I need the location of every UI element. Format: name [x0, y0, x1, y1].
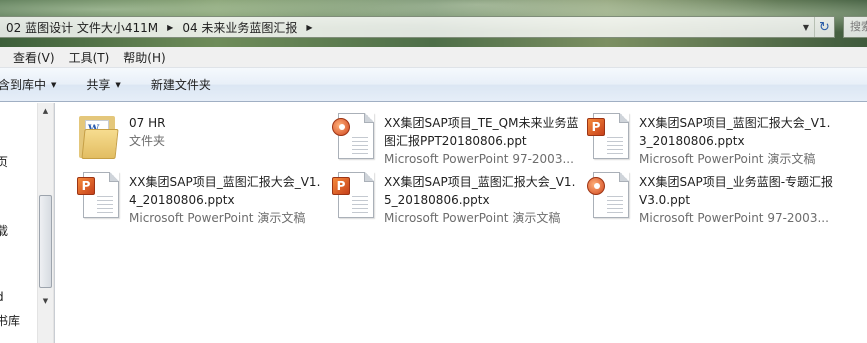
- scroll-up-arrow-icon[interactable]: ▲: [38, 103, 53, 119]
- file-name: XX集团SAP项目_蓝图汇报大会_V1.5_20180806.pptx: [384, 175, 576, 207]
- folder-icon: [75, 111, 125, 161]
- file-name: XX集团SAP项目_业务蓝图-专题汇报V3.0.ppt: [639, 175, 834, 207]
- file-item[interactable]: P XX集团SAP项目_蓝图汇报大会_V1.5_20180806.pptx Mi…: [330, 170, 580, 225]
- include-in-library-button[interactable]: 包含到库中 ▼: [0, 76, 56, 93]
- breadcrumb[interactable]: 02 蓝图设计 文件大小411M ▶ 04 未来业务蓝图汇报 ▶ ▼ ↻: [0, 16, 835, 38]
- chevron-right-icon[interactable]: ▶: [162, 23, 178, 32]
- file-item[interactable]: P XX集团SAP项目_蓝图汇报大会_V1.3_20180806.pptx Mi…: [585, 111, 835, 166]
- nav-item-label[interactable]: 书库: [0, 312, 20, 329]
- ppt-icon: [585, 170, 635, 220]
- nav-item-label[interactable]: 载: [0, 222, 8, 239]
- file-name: 07 HR: [129, 116, 166, 130]
- nav-scrollbar[interactable]: ▲ ▼: [37, 103, 54, 343]
- file-item[interactable]: P XX集团SAP项目_蓝图汇报大会_V1.4_20180806.pptx Mi…: [75, 170, 325, 225]
- file-item[interactable]: XX集团SAP项目_业务蓝图-专题汇报V3.0.ppt Microsoft Po…: [585, 170, 835, 225]
- file-item[interactable]: XX集团SAP项目_TE_QM未来业务蓝图汇报PPT20180806.ppt M…: [330, 111, 580, 166]
- address-bar-area: 02 蓝图设计 文件大小411M ▶ 04 未来业务蓝图汇报 ▶ ▼ ↻ 搜索: [0, 0, 867, 47]
- file-type: Microsoft PowerPoint 演示文稿: [639, 152, 816, 166]
- file-type: Microsoft PowerPoint 演示文稿: [129, 211, 306, 225]
- new-folder-label: 新建文件夹: [150, 78, 211, 92]
- chevron-down-icon: ▼: [51, 80, 57, 89]
- scroll-down-arrow-icon[interactable]: ▼: [38, 293, 53, 309]
- pptx-icon: P: [330, 170, 380, 220]
- file-type: Microsoft PowerPoint 97-2003...: [639, 211, 829, 225]
- file-name: XX集团SAP项目_蓝图汇报大会_V1.3_20180806.pptx: [639, 116, 831, 148]
- command-bar: 包含到库中 ▼ 共享 ▼ 新建文件夹: [0, 68, 867, 102]
- share-label: 共享: [86, 78, 111, 92]
- pptx-icon: P: [75, 170, 125, 220]
- file-type: Microsoft PowerPoint 演示文稿: [384, 211, 561, 225]
- scroll-thumb[interactable]: [39, 195, 52, 288]
- menu-bar: 查看(V) 工具(T) 帮助(H): [0, 47, 867, 68]
- menu-view[interactable]: 查看(V): [0, 49, 62, 66]
- file-item[interactable]: 07 HR 文件夹: [75, 111, 325, 165]
- menu-help[interactable]: 帮助(H): [116, 49, 172, 66]
- chevron-right-icon[interactable]: ▶: [301, 23, 317, 32]
- breadcrumb-item[interactable]: 04 未来业务蓝图汇报: [178, 19, 301, 36]
- menu-tools[interactable]: 工具(T): [62, 49, 117, 66]
- refresh-icon[interactable]: ↻: [814, 17, 834, 37]
- chevron-down-icon[interactable]: ▼: [798, 17, 814, 37]
- file-name: XX集团SAP项目_蓝图汇报大会_V1.4_20180806.pptx: [129, 175, 321, 207]
- search-input[interactable]: 搜索: [843, 16, 867, 38]
- include-in-library-label: 包含到库中: [0, 78, 47, 92]
- navigation-pane[interactable]: 页 载 d 书库: [0, 103, 37, 343]
- file-name: XX集团SAP项目_TE_QM未来业务蓝图汇报PPT20180806.ppt: [384, 116, 579, 148]
- new-folder-button[interactable]: 新建文件夹: [151, 76, 211, 93]
- file-type: 文件夹: [129, 134, 166, 148]
- pptx-icon: P: [585, 111, 635, 161]
- share-button[interactable]: 共享 ▼: [86, 76, 120, 93]
- ppt-icon: [330, 111, 380, 161]
- file-type: Microsoft PowerPoint 97-2003...: [384, 152, 574, 166]
- nav-item-label[interactable]: d: [0, 290, 4, 304]
- nav-item-label[interactable]: 页: [0, 153, 8, 170]
- breadcrumb-item[interactable]: 02 蓝图设计 文件大小411M: [0, 19, 162, 36]
- chevron-down-icon: ▼: [115, 80, 121, 89]
- file-list: 07 HR 文件夹 XX集团SAP项目_TE_QM未来业务蓝图汇报PPT2018…: [55, 103, 867, 343]
